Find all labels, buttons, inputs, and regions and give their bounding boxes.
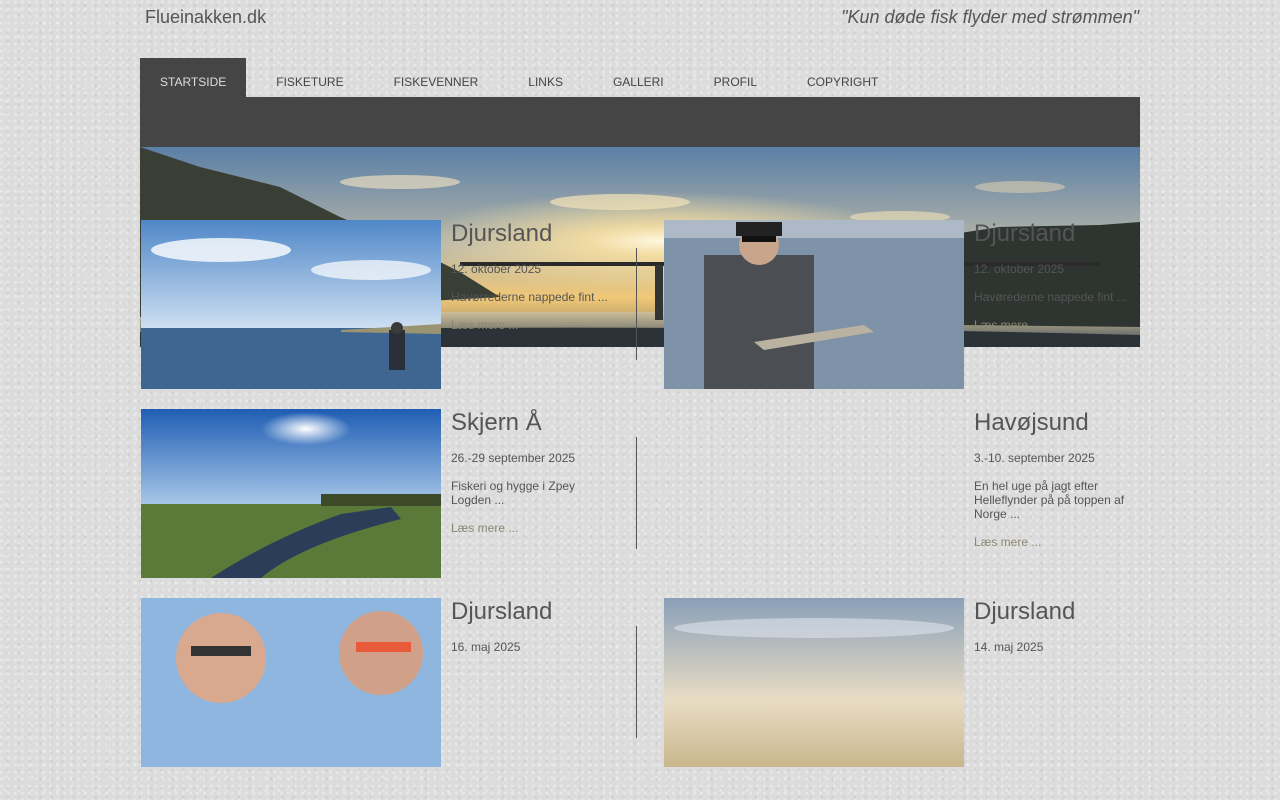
post-title[interactable]: Djursland <box>974 220 1139 248</box>
read-more-link[interactable]: Læs mere ... <box>974 318 1139 332</box>
post-excerpt: Havørrederne nappede fint ... <box>451 290 608 304</box>
post-title[interactable]: Djursland <box>451 220 616 248</box>
nav-copyright[interactable]: COPYRIGHT <box>782 58 903 97</box>
nav-profil[interactable]: PROFIL <box>689 58 782 97</box>
post-thumbnail[interactable] <box>141 409 441 578</box>
site-tagline: "Kun døde fisk flyder med strømmen" <box>841 7 1139 27</box>
column-divider <box>636 626 637 738</box>
post-date: 26.-29 september 2025 <box>451 451 576 465</box>
post-excerpt: En hel uge på jagt efter Helleflynder på… <box>974 479 1125 521</box>
nav-links[interactable]: LINKS <box>503 58 588 97</box>
main-nav: STARTSIDE FISKETURE FISKEVENNER LINKS GA… <box>140 58 903 97</box>
post-card: Djursland 14. maj 2025 <box>663 598 1163 768</box>
post-excerpt: Havørederne nappede fint ... <box>974 290 1127 304</box>
read-more-link[interactable]: Læs mere ... <box>974 535 1139 549</box>
post-thumbnail[interactable] <box>141 220 441 389</box>
post-card: Djursland 16. maj 2025 <box>140 598 640 768</box>
nav-startside[interactable]: STARTSIDE <box>140 58 247 97</box>
post-title[interactable]: Havøjsund <box>974 409 1139 437</box>
post-thumbnail[interactable] <box>141 598 441 767</box>
post-card: Djursland 12. oktober 2025 Havørederne n… <box>663 220 1163 390</box>
page-wrapper: Flueinakken.dk "Kun døde fisk flyder med… <box>140 0 1140 800</box>
nav-fiskevenner[interactable]: FISKEVENNER <box>369 58 504 97</box>
post-date: 16. maj 2025 <box>451 640 521 654</box>
post-date: 12. oktober 2025 <box>451 262 542 276</box>
post-thumbnail[interactable] <box>664 220 964 389</box>
nav-galleri[interactable]: GALLERI <box>588 58 689 97</box>
post-date: 12. oktober 2025 <box>974 262 1065 276</box>
post-title[interactable]: Djursland <box>974 598 1139 626</box>
nav-submenu-bar <box>140 97 1140 147</box>
post-date: 3.-10. september 2025 <box>974 451 1095 465</box>
post-thumbnail[interactable] <box>664 598 964 767</box>
post-card: Djursland 12. oktober 2025 Havørrederne … <box>140 220 640 390</box>
nav-fisketure[interactable]: FISKETURE <box>251 58 368 97</box>
post-title[interactable]: Djursland <box>451 598 616 626</box>
column-divider <box>636 248 637 360</box>
post-title[interactable]: Skjern Å <box>451 409 616 437</box>
site-title[interactable]: Flueinakken.dk <box>145 7 266 28</box>
read-more-link[interactable]: Læs mere ... <box>451 521 616 535</box>
post-card: Skjern Å 26.-29 september 2025 Fiskeri o… <box>140 409 640 579</box>
post-excerpt: Fiskeri og hygge i Zpey Logden ... <box>451 479 576 507</box>
read-more-link[interactable]: Læs mere ... <box>451 318 616 332</box>
post-date: 14. maj 2025 <box>974 640 1044 654</box>
column-divider <box>636 437 637 549</box>
post-card: Havøjsund 3.-10. september 2025 En hel u… <box>663 409 1163 579</box>
